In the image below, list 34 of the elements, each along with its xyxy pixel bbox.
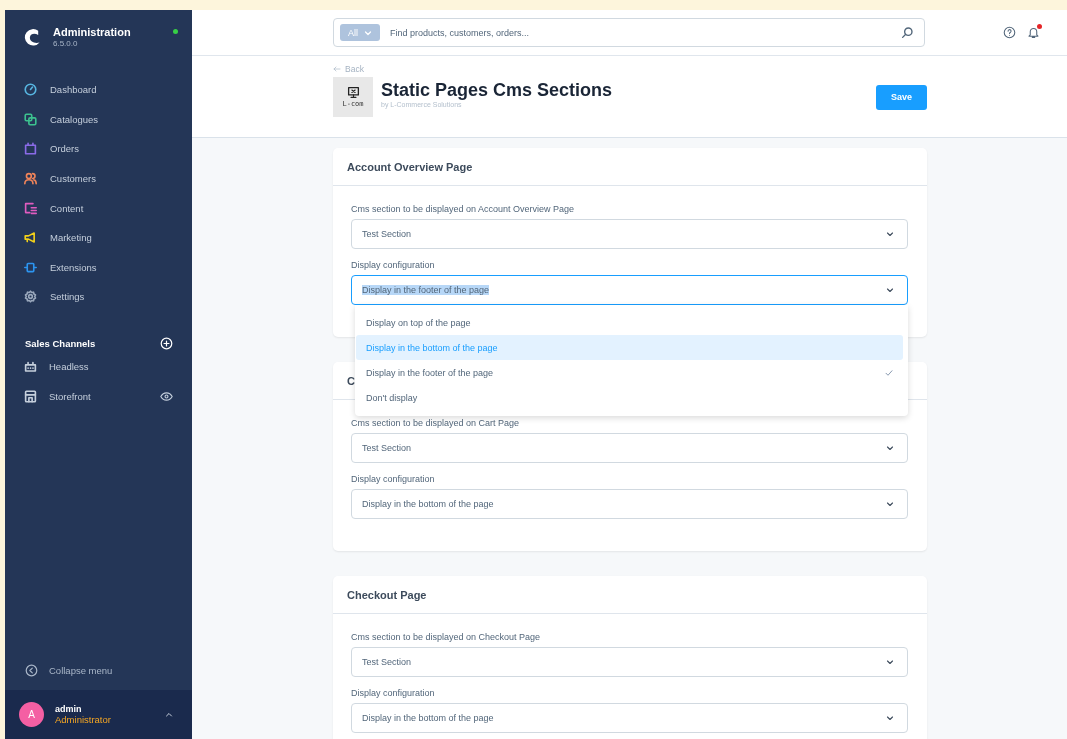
field-label: Display configuration: [351, 474, 436, 484]
select-field[interactable]: Display in the bottom of the page: [351, 703, 908, 733]
nav-item[interactable]: Extensions: [5, 252, 192, 283]
dropdown-option[interactable]: Don't display: [356, 385, 903, 410]
field-label: Cms section to be displayed on Account Overview Page: [351, 204, 576, 214]
select-field[interactable]: Test Section: [351, 219, 908, 249]
avatar: A: [19, 702, 44, 727]
nav-item[interactable]: Catalogues: [5, 104, 192, 135]
nav-item[interactable]: Content: [5, 193, 192, 223]
field-label: Cms section to be displayed on Cart Page: [351, 418, 521, 428]
card-title: Account Overview Page: [333, 148, 927, 186]
nav-item[interactable]: Settings: [5, 282, 192, 312]
dropdown-option[interactable]: Display in the footer of the page: [356, 360, 903, 385]
nav-item[interactable]: Dashboard: [5, 75, 192, 105]
field-label: Display configuration: [351, 688, 436, 698]
select-field[interactable]: Test Section: [351, 433, 908, 463]
user-name: admin: [55, 704, 83, 714]
card-title: Checkout Page: [333, 576, 927, 614]
nav-item[interactable]: Marketing: [5, 222, 192, 253]
select-field[interactable]: Display in the bottom of the page: [351, 489, 908, 519]
page-title: Static Pages Cms Sections: [381, 80, 614, 101]
select-field[interactable]: Test Section: [351, 647, 908, 677]
field-label: Cms section to be displayed on Checkout Page: [351, 632, 542, 642]
sales-channel-item[interactable]: Headless: [5, 351, 192, 382]
dropdown-option[interactable]: Display on top of the page: [356, 310, 903, 335]
collapse-menu-button[interactable]: Collapse menu: [5, 650, 192, 690]
user-role: Administrator: [55, 714, 112, 725]
nav-item[interactable]: Customers: [5, 163, 192, 194]
section-heading: Sales Channels: [25, 337, 96, 349]
app-title: Administration: [53, 26, 132, 38]
field-label: Display configuration: [351, 260, 436, 270]
version-text: 6.5.0.0: [53, 39, 79, 48]
sales-channel-item[interactable]: Storefront: [5, 381, 192, 411]
nav-item[interactable]: Orders: [5, 134, 192, 164]
